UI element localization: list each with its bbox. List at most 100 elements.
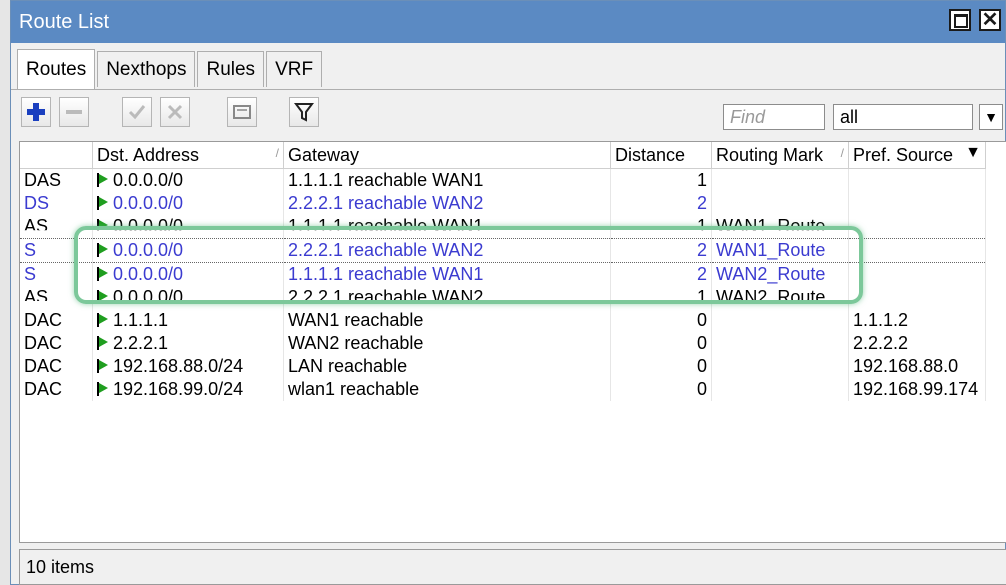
cell-pref-source (848, 262, 986, 286)
column-header-routing-mark[interactable]: Routing Mark / (711, 142, 849, 169)
item-count: 10 items (26, 557, 95, 577)
dst-address-text: 0.0.0.0/0 (113, 240, 184, 260)
disable-button[interactable] (160, 97, 190, 127)
filter-icon (294, 103, 314, 122)
table-row[interactable]: AS 0.0.0.0/0 2.2.2.1 reachable WAN2 1 WAN2_R… (20, 286, 986, 309)
comment-icon (233, 105, 251, 119)
comment-button[interactable] (227, 97, 257, 127)
dst-address-text: 0.0.0.0/0 (113, 193, 184, 213)
table-row[interactable]: DAS 0.0.0.0/0 1.1.1.1 reachable WAN1 1 (20, 168, 986, 192)
column-header-distance[interactable]: Distance (610, 142, 712, 169)
dst-address-text: 0.0.0.0/0 (113, 264, 184, 284)
cell-gateway: LAN reachable (283, 355, 611, 378)
cell-distance: 0 (610, 309, 712, 332)
cell-pref-source (848, 215, 986, 231)
background-edge (0, 0, 10, 585)
route-flags-text: S (24, 240, 37, 260)
table-row[interactable]: DS 0.0.0.0/0 2.2.2.1 reachable WAN2 2 (20, 192, 986, 215)
route-flags-text: DAC (24, 310, 63, 330)
tab-nexthops[interactable]: Nexthops (97, 51, 196, 87)
cell-gateway: 1.1.1.1 reachable WAN1 (283, 262, 611, 286)
route-flags-text: DAC (24, 356, 63, 376)
cell-dst-address: 0.0.0.0/0 (92, 192, 284, 215)
cell-pref-source: 192.168.88.0 (848, 355, 986, 378)
remove-button[interactable] (59, 97, 89, 127)
tab-bar: Routes Nexthops Rules VRF (17, 49, 324, 89)
add-icon (27, 103, 45, 121)
table-row[interactable]: AS 0.0.0.0/0 1.1.1.1 reachable WAN1 1 WAN1_R… (20, 215, 986, 239)
table-header: Dst. Address / Gateway Distance Routing M… (20, 142, 986, 169)
sort-icon: / (275, 146, 279, 160)
cell-gateway: wlan1 reachable (283, 378, 611, 401)
cell-dst-address: 192.168.88.0/24 (92, 355, 284, 378)
column-label: Dst. Address (97, 144, 200, 165)
cell-distance: 2 (610, 192, 712, 215)
cell-dst-address: 0.0.0.0/0 (92, 168, 284, 192)
enable-button[interactable] (122, 97, 152, 127)
column-header-dst-address[interactable]: Dst. Address / (92, 142, 284, 169)
filter-dropdown-button[interactable]: ▼ (979, 104, 1003, 130)
cell-distance: 2 (610, 238, 712, 263)
chevron-down-icon: ▼ (984, 109, 998, 125)
filter-select[interactable]: all (833, 104, 973, 130)
table-row[interactable]: DAC 192.168.99.0/24 wlan1 reachable 0 192.16… (20, 378, 986, 401)
column-header-gateway[interactable]: Gateway (283, 142, 611, 169)
close-icon: ✕ (981, 9, 999, 31)
cell-route-flags: AS (20, 215, 93, 236)
column-header-pref-source[interactable]: Pref. Source ▼ (848, 142, 986, 169)
cell-dst-address: 2.2.2.1 (92, 332, 284, 355)
dst-address-text: 1.1.1.1 (113, 310, 169, 330)
route-flags-text: DAS (24, 170, 62, 190)
cell-dst-address: 0.0.0.0/0 (92, 238, 284, 263)
table-row[interactable]: DAC 2.2.2.1 WAN2 reachable 0 2.2.2.2 (20, 332, 986, 355)
route-flags-text: S (24, 264, 37, 284)
cell-route-flags: AS (20, 286, 93, 301)
cell-route-flags: DAC (20, 332, 93, 355)
cell-distance: 0 (610, 378, 712, 401)
table-row[interactable]: S 0.0.0.0/0 1.1.1.1 reachable WAN1 2 WAN2_Ro… (20, 262, 986, 286)
table-row[interactable]: DAC 1.1.1.1 WAN1 reachable 0 1.1.1.2 (20, 309, 986, 332)
column-header-flags[interactable] (20, 142, 93, 169)
cell-pref-source (848, 192, 986, 215)
cell-distance: 1 (610, 215, 712, 236)
distance-text: 0 (696, 333, 707, 353)
cell-pref-source (848, 168, 986, 192)
tab-vrf[interactable]: VRF (266, 51, 323, 87)
cell-route-flags: DAC (20, 355, 93, 378)
flag-icon (97, 243, 109, 257)
route-flags-text: DAC (24, 333, 63, 353)
routing-mark-text: WAN1_Route (716, 240, 826, 260)
cell-routing-mark (711, 168, 849, 192)
cell-pref-source (848, 286, 986, 301)
distance-text: 1 (696, 216, 707, 236)
tab-routes[interactable]: Routes (17, 49, 96, 89)
title-bar[interactable]: Route List ✕ (11, 1, 1005, 43)
route-flags-text: AS (24, 216, 49, 236)
cell-route-flags: S (20, 262, 93, 286)
close-button[interactable]: ✕ (979, 9, 1001, 31)
filter-button[interactable] (289, 97, 319, 127)
distance-text: 2 (696, 193, 707, 213)
table-row[interactable]: S 0.0.0.0/0 2.2.2.1 reachable WAN2 2 WAN1_Ro… (20, 238, 986, 263)
maximize-button[interactable] (949, 9, 971, 31)
tab-rules[interactable]: Rules (197, 51, 265, 87)
gateway-text: 1.1.1.1 reachable WAN1 (288, 216, 484, 236)
enable-icon (128, 105, 146, 120)
cell-pref-source: 2.2.2.2 (848, 332, 986, 355)
distance-text: 1 (696, 170, 707, 190)
flag-icon (97, 267, 109, 281)
tab-divider (11, 89, 1005, 90)
cell-gateway: 1.1.1.1 reachable WAN1 (283, 168, 611, 192)
dst-address-text: 0.0.0.0/0 (113, 287, 184, 307)
column-menu-icon: ▼ (965, 144, 981, 161)
add-button[interactable] (21, 97, 51, 127)
cell-gateway: WAN1 reachable (283, 309, 611, 332)
distance-text: 2 (696, 240, 707, 260)
gateway-text: LAN reachable (288, 356, 408, 376)
cell-route-flags: DAC (20, 378, 93, 401)
flag-icon (97, 196, 109, 210)
flag-icon (97, 173, 109, 187)
table-row[interactable]: DAC 192.168.88.0/24 LAN reachable 0 192.168.… (20, 355, 986, 378)
window-title: Route List (19, 11, 110, 33)
find-input[interactable]: Find (723, 104, 825, 130)
